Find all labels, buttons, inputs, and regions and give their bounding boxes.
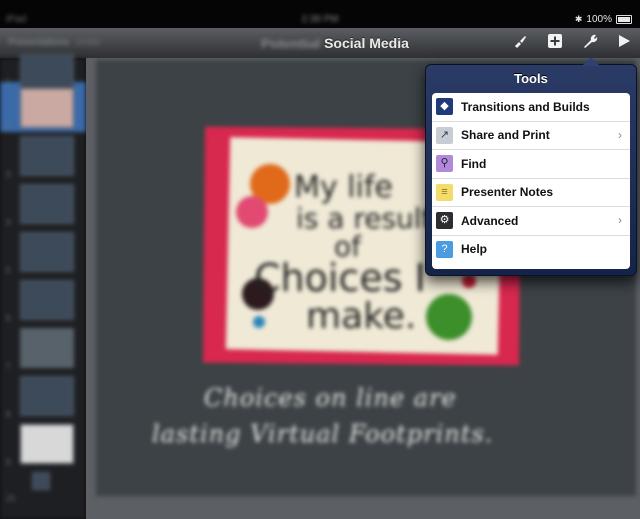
slide-thumbnail[interactable] bbox=[20, 424, 74, 464]
card-line: My life bbox=[294, 170, 393, 205]
transitions-icon: ◆ bbox=[436, 98, 453, 116]
tools-menu: ◆ Transitions and Builds ↗ Share and Pri… bbox=[432, 93, 630, 269]
chalk-caption-line-2: lasting Virtual Footprints. bbox=[152, 420, 494, 448]
share-icon: ↗ bbox=[436, 126, 453, 144]
status-right: ✱ 100% bbox=[575, 14, 632, 25]
chevron-right-icon: › bbox=[618, 213, 622, 227]
help-icon: ? bbox=[436, 240, 453, 258]
popover-title: Tools bbox=[514, 71, 548, 86]
slide-thumbnail[interactable] bbox=[20, 136, 74, 176]
tools-popover: Tools ◆ Transitions and Builds ↗ Share a… bbox=[425, 57, 637, 276]
menu-item-label: Presenter Notes bbox=[461, 185, 554, 200]
notes-icon: ≡ bbox=[436, 183, 453, 201]
slide-number: 1 bbox=[6, 78, 11, 87]
slide-thumbnail[interactable] bbox=[20, 184, 74, 224]
menu-item-transitions[interactable]: ◆ Transitions and Builds bbox=[432, 93, 630, 122]
menu-item-share-print[interactable]: ↗ Share and Print › bbox=[432, 122, 630, 150]
play-icon[interactable] bbox=[612, 33, 636, 55]
find-icon: ⚲ bbox=[436, 155, 453, 173]
slide-number: 3 bbox=[6, 170, 11, 179]
menu-item-advanced[interactable]: ⚙ Advanced › bbox=[432, 207, 630, 236]
slide-number: 7 bbox=[6, 362, 11, 371]
slide-number: 9 bbox=[6, 458, 11, 467]
menu-item-presenter-notes[interactable]: ≡ Presenter Notes bbox=[432, 179, 630, 207]
title-prefix: Potential bbox=[261, 35, 321, 51]
menu-item-find[interactable]: ⚲ Find bbox=[432, 150, 630, 179]
slide-number: 5 bbox=[6, 266, 11, 275]
blue-dot bbox=[253, 316, 265, 328]
slide-number: 6 bbox=[6, 314, 11, 323]
paintbrush-icon[interactable] bbox=[508, 33, 532, 55]
title-text: Social Media bbox=[324, 35, 409, 51]
green-dot bbox=[426, 294, 472, 340]
presentations-button[interactable]: Presentations bbox=[8, 37, 69, 48]
battery-icon bbox=[616, 15, 632, 24]
document-title[interactable]: Potential Social Media bbox=[230, 35, 440, 51]
pink-dot bbox=[236, 196, 268, 228]
menu-item-label: Share and Print bbox=[461, 128, 550, 143]
slide-number: 10 bbox=[6, 494, 15, 503]
slide-thumbnail[interactable] bbox=[32, 472, 50, 490]
chalk-caption-line-1: Choices on line are bbox=[204, 384, 457, 412]
gear-icon: ⚙ bbox=[436, 212, 453, 230]
red-dot bbox=[462, 274, 476, 288]
menu-item-label: Advanced bbox=[461, 213, 519, 228]
menu-item-help[interactable]: ? Help bbox=[432, 236, 630, 264]
card-line: make. bbox=[306, 296, 417, 337]
battery-percent: 100% bbox=[586, 14, 612, 25]
slide-number: 2 bbox=[6, 122, 11, 131]
slide-number: 4 bbox=[6, 218, 11, 227]
card-line: is a result bbox=[296, 202, 433, 235]
slide-number: 8 bbox=[6, 410, 11, 419]
card-line: Choices I bbox=[254, 256, 426, 300]
undo-button[interactable]: Undo bbox=[76, 37, 100, 48]
popover-arrow bbox=[582, 57, 600, 66]
slide-thumbnail[interactable] bbox=[20, 88, 74, 128]
add-icon[interactable] bbox=[543, 33, 567, 55]
menu-item-label: Help bbox=[461, 242, 488, 257]
slide-thumbnail[interactable] bbox=[20, 280, 74, 320]
slide-navigator[interactable]: 1 2 3 4 5 6 7 8 9 10 bbox=[0, 54, 86, 519]
clock: 2:39 PM bbox=[301, 14, 339, 25]
slide-thumbnail[interactable] bbox=[20, 232, 74, 272]
menu-item-label: Find bbox=[461, 156, 487, 171]
status-bar: iPad 2:39 PM ✱ 100% bbox=[0, 0, 640, 28]
bluetooth-icon: ✱ bbox=[574, 14, 583, 24]
menu-item-label: Transitions and Builds bbox=[461, 99, 590, 114]
slide-thumbnail[interactable] bbox=[20, 328, 74, 368]
chevron-right-icon: › bbox=[618, 127, 622, 142]
wrench-icon[interactable] bbox=[578, 33, 602, 55]
slide-thumbnail[interactable] bbox=[20, 376, 74, 416]
